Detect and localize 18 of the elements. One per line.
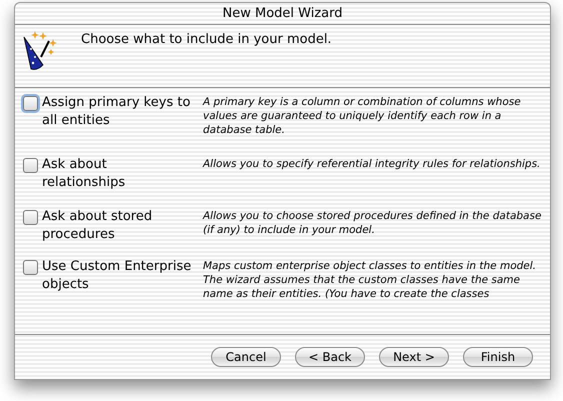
wizard-button[interactable]: Next > xyxy=(379,347,449,367)
option-label[interactable]: Use Custom Enterprise objects xyxy=(42,258,192,294)
window-title: New Model Wizard xyxy=(15,3,550,25)
option-label[interactable]: Assign primary keys to all entities xyxy=(42,94,192,130)
instruction-text: Choose what to include in your model. xyxy=(81,32,332,49)
option-label[interactable]: Ask about relationships xyxy=(42,156,192,192)
checkbox[interactable] xyxy=(23,260,38,275)
option-description: Allows you to specify referential integrity rules for relationships. xyxy=(203,157,542,172)
option-label[interactable]: Ask about stored procedures xyxy=(42,208,192,244)
wizard-button[interactable]: Finish xyxy=(463,347,533,367)
checkbox[interactable] xyxy=(23,96,38,111)
checkbox[interactable] xyxy=(23,210,38,225)
option-description: Allows you to choose stored procedures defined in the database (if any) to include in your model. xyxy=(203,209,542,238)
wizard-button[interactable]: < Back xyxy=(295,347,365,367)
option-description: Maps custom enterprise object classes to entities in the model. The wizard assumes that the custom classes have the same name as their entities. (You have to create the classes xyxy=(203,259,538,302)
wizard-button[interactable]: Cancel xyxy=(211,347,281,367)
option-description: A primary key is a column or combination of columns whose values are guaranteed to uniquely identify each row in a database table. xyxy=(203,95,522,138)
checkbox[interactable] xyxy=(23,158,38,173)
